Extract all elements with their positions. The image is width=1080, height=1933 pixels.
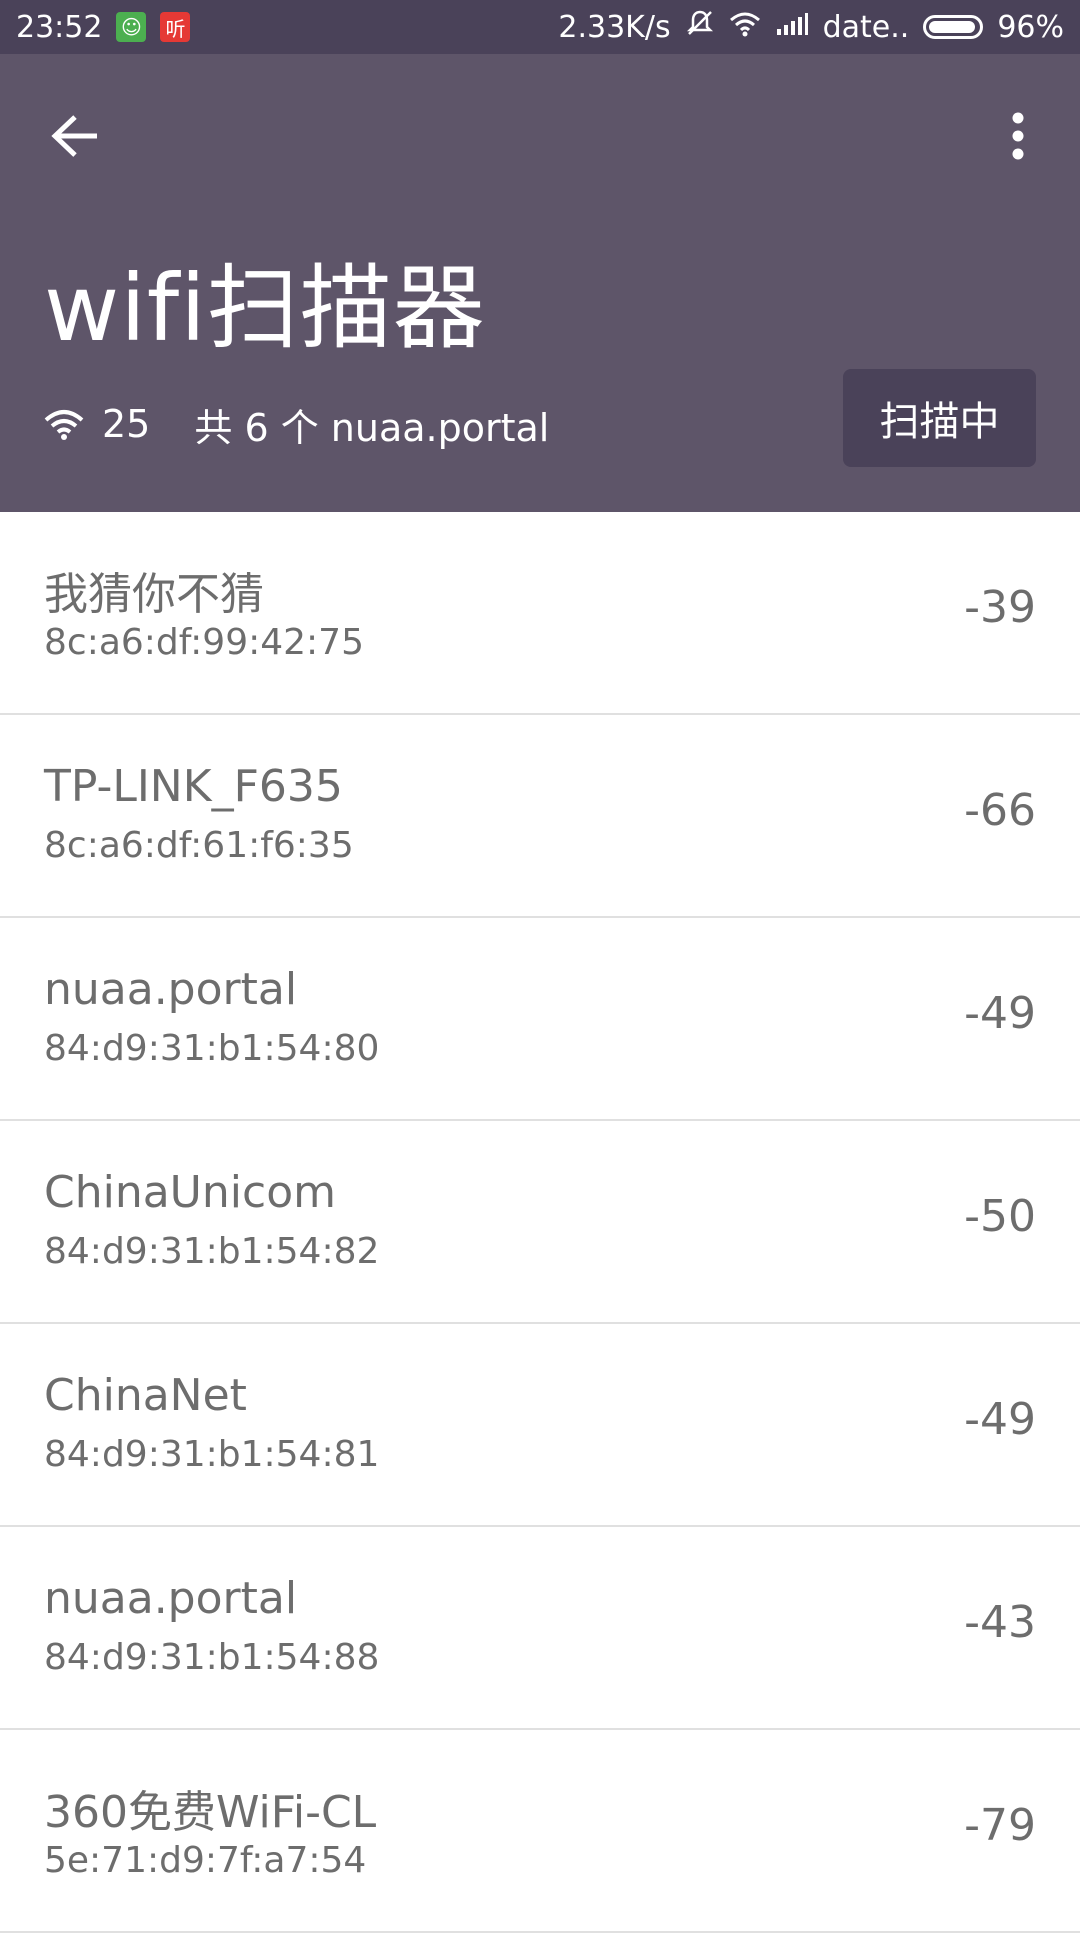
network-bssid: 84:d9:31:b1:54:81 <box>44 1434 380 1475</box>
back-arrow-icon <box>51 115 97 157</box>
wifi-status-icon <box>729 10 761 45</box>
net-speed: 2.33K/s <box>558 9 671 45</box>
network-ssid: nuaa.portal <box>44 1573 298 1624</box>
network-bssid: 84:d9:31:b1:54:82 <box>44 1231 380 1272</box>
network-ssid: TP-LINK_F635 <box>44 761 343 812</box>
network-item[interactable]: nuaa.portal 84:d9:31:b1:54:88 -43 <box>0 1527 1080 1730</box>
carrier-label: date.. <box>822 9 910 45</box>
network-ssid: ChinaUnicom <box>44 1167 336 1218</box>
network-item[interactable]: TP-LINK_F635 8c:a6:df:61:f6:35 -66 <box>0 715 1080 918</box>
network-ssid: nuaa.portal <box>44 964 298 1015</box>
network-rssi: -66 <box>964 785 1036 836</box>
network-rssi: -50 <box>964 1191 1036 1242</box>
network-rssi: -39 <box>964 582 1036 633</box>
page-title: wifi扫描器 <box>44 255 486 362</box>
network-rssi: -79 <box>964 1800 1036 1851</box>
summary-text: 共 6 个 nuaa.portal <box>194 405 550 450</box>
network-ssid: 360免费WiFi-CL <box>44 1787 377 1838</box>
network-ssid: 我猜你不猜 <box>44 569 264 620</box>
back-button[interactable] <box>44 104 108 168</box>
network-item[interactable]: 360免费WiFi-CL 5e:71:d9:7f:a7:54 -79 <box>0 1730 1080 1933</box>
android-icon: ☺ <box>116 12 147 42</box>
status-bar: 23:52 ☺ 听 2.33K/s date.. 96% <box>0 0 1080 54</box>
battery-fill <box>929 21 976 33</box>
network-rssi: -49 <box>964 988 1036 1039</box>
network-item[interactable]: ChinaNet 84:d9:31:b1:54:81 -49 <box>0 1324 1080 1527</box>
scan-summary: 25 共 6 个 nuaa.portal <box>44 389 549 459</box>
network-rssi: -49 <box>964 1394 1036 1445</box>
battery-percent: 96% <box>997 9 1064 45</box>
overflow-menu-button[interactable] <box>990 104 1046 168</box>
network-bssid: 5e:71:d9:7f:a7:54 <box>44 1840 367 1881</box>
network-bssid: 84:d9:31:b1:54:88 <box>44 1637 380 1678</box>
mute-icon <box>685 8 715 46</box>
network-rssi: -43 <box>964 1597 1036 1648</box>
wifi-count: 25 <box>102 402 151 446</box>
network-bssid: 84:d9:31:b1:54:80 <box>44 1028 380 1069</box>
network-item[interactable]: 我猜你不猜 8c:a6:df:99:42:75 -39 <box>0 512 1080 715</box>
more-vert-icon <box>1012 112 1024 160</box>
network-item[interactable]: nuaa.portal 84:d9:31:b1:54:80 -49 <box>0 918 1080 1121</box>
signal-icon <box>775 10 809 45</box>
scan-button[interactable]: 扫描中 <box>843 369 1036 467</box>
network-item[interactable]: ChinaUnicom 84:d9:31:b1:54:82 -50 <box>0 1121 1080 1324</box>
status-right: 2.33K/s date.. 96% <box>558 8 1064 46</box>
network-bssid: 8c:a6:df:99:42:75 <box>44 622 364 663</box>
wifi-icon <box>44 410 84 440</box>
status-time: 23:52 <box>16 9 103 45</box>
listen-icon: 听 <box>160 12 191 42</box>
network-ssid: ChinaNet <box>44 1370 247 1421</box>
battery-icon <box>923 15 984 39</box>
status-left: 23:52 ☺ 听 <box>16 9 191 45</box>
network-bssid: 8c:a6:df:61:f6:35 <box>44 825 354 866</box>
network-list: 我猜你不猜 8c:a6:df:99:42:75 -39 TP-LINK_F635… <box>0 512 1080 1933</box>
app-header: wifi扫描器 25 共 6 个 nuaa.portal 扫描中 <box>0 54 1080 512</box>
